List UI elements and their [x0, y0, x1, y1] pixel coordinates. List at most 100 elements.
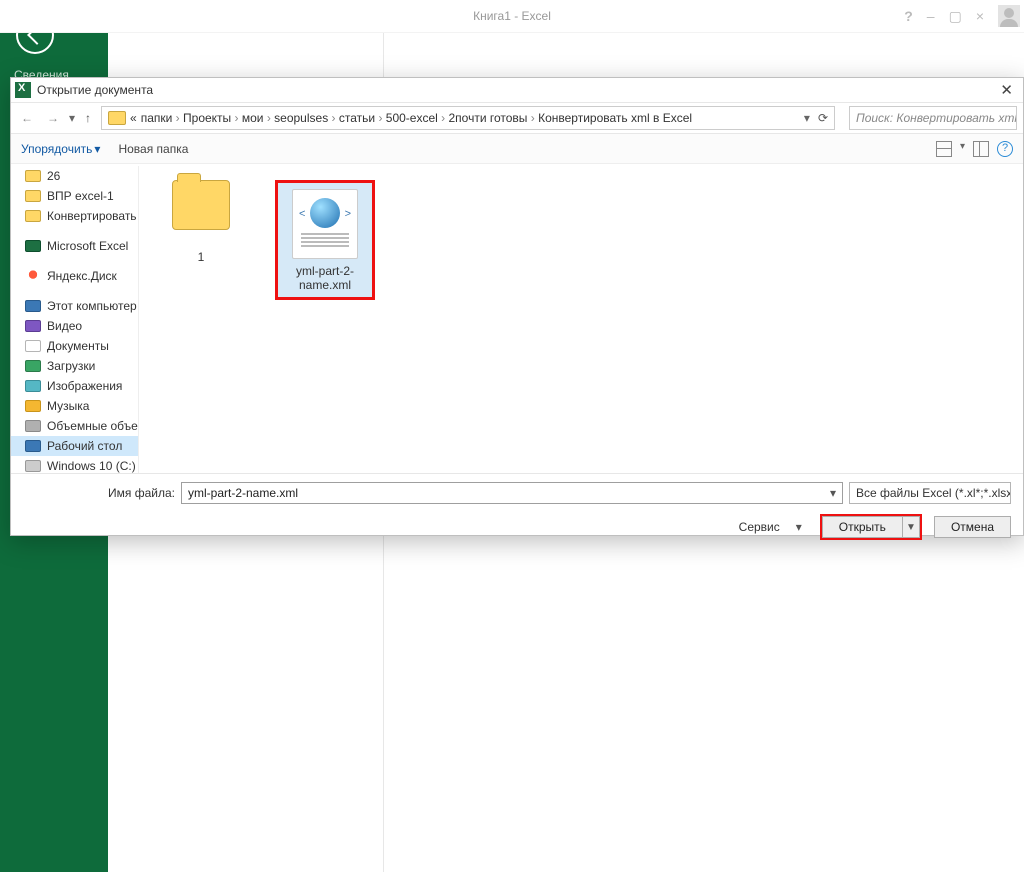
- maximize-icon[interactable]: ▢: [949, 8, 962, 25]
- refresh-icon[interactable]: ⟳: [818, 111, 828, 125]
- crumb-segment[interactable]: мои: [242, 111, 264, 125]
- breadcrumb[interactable]: « папки › Проекты › мои › seopulses › ст…: [101, 106, 835, 130]
- filename-dropdown-icon[interactable]: ▾: [830, 486, 836, 500]
- tree-item-icon: [25, 440, 41, 452]
- filetype-select[interactable]: Все файлы Excel (*.xl*;*.xlsx;*.> ▾: [849, 482, 1011, 504]
- tree-item-label: Документы: [47, 339, 109, 353]
- crumb-segment[interactable]: статьи: [339, 111, 375, 125]
- tools-menu[interactable]: Сервис: [739, 520, 780, 534]
- open-button[interactable]: Открыть: [822, 516, 902, 538]
- preview-pane-icon[interactable]: [973, 141, 989, 157]
- crumb-segment[interactable]: 500-excel: [386, 111, 438, 125]
- tree-item-label: Видео: [47, 319, 82, 333]
- close-icon[interactable]: ×: [976, 8, 984, 24]
- crumb-segment[interactable]: 2почти готовы: [448, 111, 527, 125]
- search-input[interactable]: Поиск: Конвертировать xml ...: [849, 106, 1017, 130]
- open-button-group: Открыть ▼: [820, 514, 922, 540]
- folder-icon: [108, 111, 126, 125]
- tree-item-icon: [25, 380, 41, 392]
- filetype-value: Все файлы Excel (*.xl*;*.xlsx;*.>: [856, 486, 1011, 500]
- tree-item[interactable]: 26: [11, 166, 138, 186]
- tree-item-icon: [25, 300, 41, 312]
- open-file-dialog: Открытие документа ✕ ← → ▾ ↑ « папки › П…: [10, 77, 1024, 536]
- account-avatar[interactable]: [998, 5, 1020, 27]
- crumb-separator: ›: [438, 111, 449, 125]
- tree-item-label: Конвертировать: [47, 209, 137, 223]
- new-folder-button[interactable]: Новая папка: [118, 142, 188, 156]
- tree-item-icon: [25, 210, 41, 222]
- crumb-separator: ›: [231, 111, 242, 125]
- crumb-separator: ›: [527, 111, 538, 125]
- tree-item-icon: [25, 360, 41, 372]
- tree-item-icon: [25, 170, 41, 182]
- filename-label: Имя файла:: [11, 486, 175, 500]
- tree-item[interactable]: ВПР excel-1: [11, 186, 138, 206]
- nav-up-icon[interactable]: ↑: [81, 111, 95, 125]
- cancel-button[interactable]: Отмена: [934, 516, 1011, 538]
- tree-item[interactable]: Видео: [11, 316, 138, 336]
- crumb-separator: ›: [263, 111, 274, 125]
- tree-item[interactable]: Документы: [11, 336, 138, 356]
- tree-item-icon: [25, 320, 41, 332]
- dialog-help-icon[interactable]: [997, 141, 1013, 157]
- help-icon[interactable]: ?: [904, 8, 913, 24]
- dialog-nav: ← → ▾ ↑ « папки › Проекты › мои › seopul…: [11, 102, 1023, 134]
- address-dropdown-icon[interactable]: ▾: [804, 111, 810, 125]
- dialog-toolbar: Упорядочить ▾ Новая папка ▾: [11, 134, 1023, 164]
- nav-forward-icon[interactable]: →: [43, 111, 63, 125]
- crumb-separator: ›: [375, 111, 386, 125]
- tree-item-icon: [25, 460, 41, 472]
- nav-back-icon[interactable]: ←: [17, 111, 37, 125]
- tree-item-icon: [25, 340, 41, 352]
- open-dropdown-icon[interactable]: ▼: [902, 516, 920, 538]
- tree-item-label: ВПР excel-1: [47, 189, 114, 203]
- folder-tile[interactable]: 1: [157, 180, 245, 264]
- dialog-close-icon[interactable]: ✕: [994, 81, 1019, 99]
- tree-item-label: Microsoft Excel: [47, 239, 128, 253]
- xml-file-icon: <>: [292, 189, 358, 259]
- tree-item[interactable]: Музыка: [11, 396, 138, 416]
- filename-input[interactable]: yml-part-2-name.xml ▾: [181, 482, 843, 504]
- organize-dropdown-icon[interactable]: ▾: [94, 142, 100, 156]
- tree-item[interactable]: Windows 10 (C:): [11, 456, 138, 473]
- tree-item[interactable]: Загрузки: [11, 356, 138, 376]
- organize-menu[interactable]: Упорядочить: [21, 142, 92, 156]
- crumb-segment[interactable]: seopulses: [274, 111, 328, 125]
- tree-item[interactable]: Изображения: [11, 376, 138, 396]
- file-tile-selected[interactable]: <> yml-part-2-name.xml: [275, 180, 375, 300]
- tree-item-label: Объемные объекты: [47, 419, 139, 433]
- tree-item[interactable]: Microsoft Excel: [11, 236, 138, 256]
- crumb-segment[interactable]: Конвертировать xml в Excel: [538, 111, 692, 125]
- tree-item[interactable]: Рабочий стол: [11, 436, 138, 456]
- tree-item-icon: [25, 240, 41, 252]
- excel-icon: [15, 82, 31, 98]
- dialog-title: Открытие документа: [37, 83, 153, 97]
- workbook-title: Книга1 - Excel: [473, 9, 551, 23]
- minimize-icon[interactable]: –: [927, 8, 935, 24]
- tree-item-icon: [25, 400, 41, 412]
- view-mode-dropdown-icon[interactable]: ▾: [960, 141, 965, 157]
- tree-item-label: Windows 10 (C:): [47, 459, 136, 473]
- tree-item-icon: [25, 190, 41, 202]
- tree-item-icon: [25, 269, 41, 283]
- tree-item-label: Загрузки: [47, 359, 95, 373]
- search-placeholder: Поиск: Конвертировать xml ...: [856, 111, 1017, 125]
- tree-item[interactable]: Яндекс.Диск: [11, 266, 138, 286]
- view-mode-icon[interactable]: [936, 141, 952, 157]
- tree-item[interactable]: Конвертировать: [11, 206, 138, 226]
- tree-item-label: Изображения: [47, 379, 122, 393]
- tree-item-label: Этот компьютер: [47, 299, 137, 313]
- folder-tree[interactable]: 26 ВПР excel-1 Конвертировать Microsoft Exc…: [11, 166, 139, 473]
- tree-item[interactable]: Этот компьютер: [11, 296, 138, 316]
- tools-dropdown-icon[interactable]: ▾: [796, 520, 802, 534]
- tree-item[interactable]: Объемные объекты: [11, 416, 138, 436]
- crumb-leader: «: [130, 111, 137, 125]
- file-list[interactable]: 1 <> yml-part-2-name.xml: [139, 166, 1023, 473]
- tree-item-icon: [25, 420, 41, 432]
- file-label: yml-part-2-name.xml: [282, 265, 368, 293]
- folder-icon: [172, 180, 230, 230]
- crumb-segment[interactable]: папки: [141, 111, 173, 125]
- folder-label: 1: [157, 250, 245, 264]
- crumb-segment[interactable]: Проекты: [183, 111, 231, 125]
- nav-history-dropdown[interactable]: ▾: [69, 111, 75, 125]
